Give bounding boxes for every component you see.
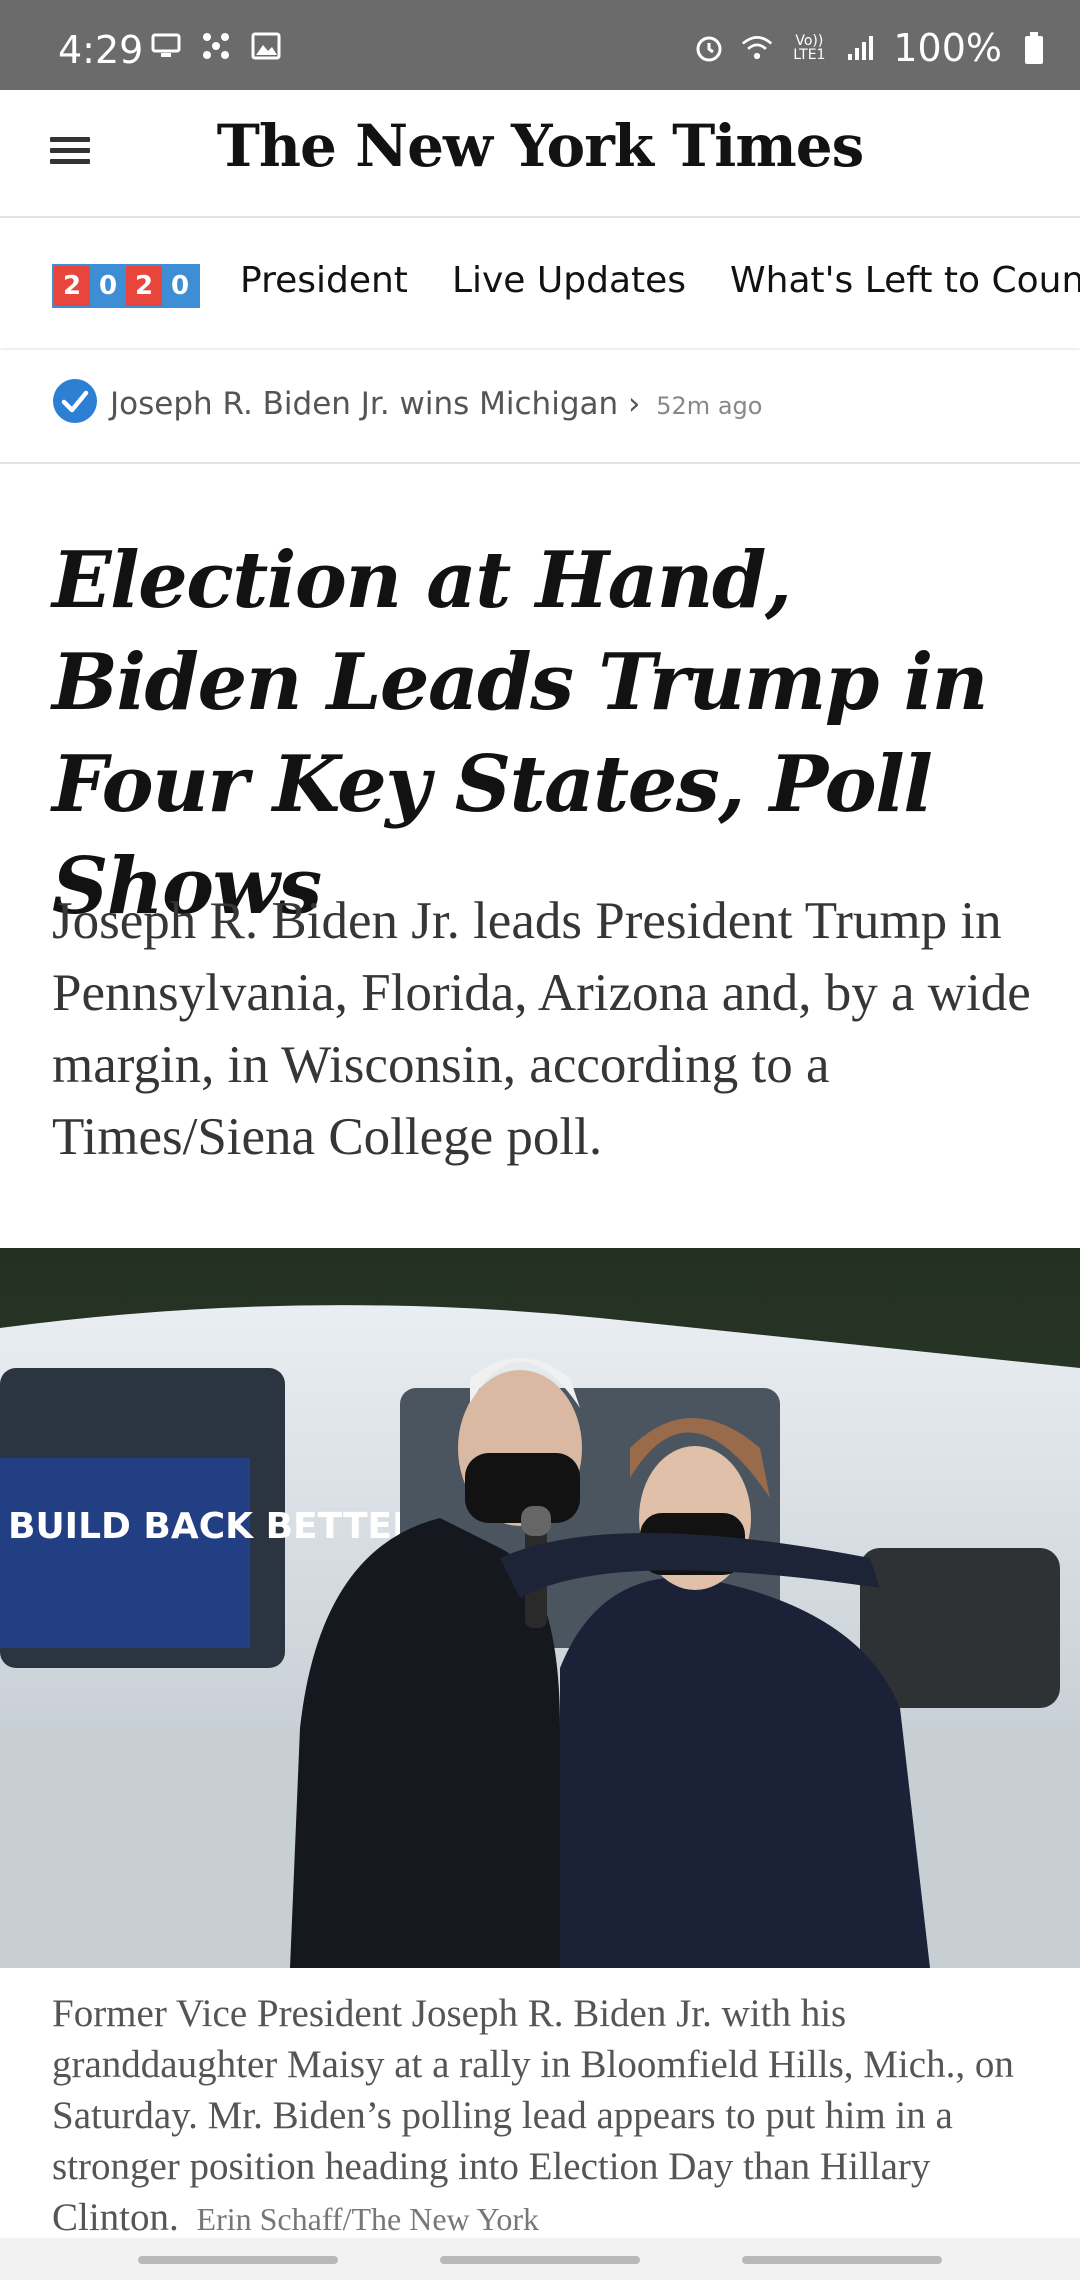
gesture-nav-bar — [0, 2238, 1080, 2280]
section-nav: 2 0 2 0 President Live Updates What's Le… — [0, 218, 1080, 348]
battery-icon — [1018, 32, 1050, 64]
nav-item-whats-left-to-count[interactable]: What's Left to Count — [730, 260, 1080, 301]
nav-item-president[interactable]: President — [240, 260, 408, 301]
status-time: 4:29 — [58, 28, 144, 72]
badge-digit: 0 — [90, 266, 126, 306]
app-header: The New York Times — [0, 90, 1080, 218]
badge-digit: 2 — [54, 266, 90, 306]
checkmark-icon — [52, 378, 98, 429]
wifi-icon — [741, 32, 773, 64]
article-photo[interactable]: BUILD BACK BETTER — [0, 1248, 1080, 1968]
article-summary[interactable]: Joseph R. Biden Jr. leads President Trum… — [52, 885, 1052, 1173]
photo-caption: Former Vice President Joseph R. Biden Jr… — [52, 1988, 1052, 2245]
article-headline[interactable]: Election at Hand, Biden Leads Trump in F… — [52, 530, 1042, 938]
volte-icon: Vo)) LTE1 — [793, 33, 826, 63]
status-right: Vo)) LTE1 100% — [693, 26, 1050, 70]
badge-digit: 2 — [126, 266, 162, 306]
battery-percent: 100% — [893, 26, 1002, 70]
alert-line[interactable]: Joseph R. Biden Jr. wins Michigan › 52m … — [110, 386, 762, 422]
section-nav-items: President Live Updates What's Left to Co… — [240, 260, 1080, 301]
status-bar: 4:29 Vo)) LTE1 100% — [0, 0, 1080, 90]
photo-credit: Erin Schaff/The New York — [196, 2201, 539, 2237]
network-icon — [200, 30, 232, 62]
alert-time: 52m ago — [656, 392, 763, 420]
alert-text: Joseph R. Biden Jr. wins Michigan — [110, 386, 619, 422]
nav-item-live-updates[interactable]: Live Updates — [452, 260, 686, 301]
election-2020-badge[interactable]: 2 0 2 0 — [52, 264, 200, 308]
chevron-right-icon: › — [628, 386, 641, 422]
nyt-logo[interactable]: The New York Times — [0, 112, 1080, 180]
signal-icon — [845, 32, 877, 64]
status-left-icons — [150, 30, 282, 62]
badge-digit: 0 — [162, 266, 198, 306]
nav-gesture-back[interactable] — [742, 2256, 942, 2264]
image-icon — [250, 30, 282, 62]
nav-gesture-home[interactable] — [440, 2256, 640, 2264]
dex-icon — [150, 30, 182, 62]
alarm-icon — [693, 32, 725, 64]
nav-gesture-recents[interactable] — [138, 2256, 338, 2264]
photo-sign-text: BUILD BACK BETTER — [8, 1506, 420, 1547]
